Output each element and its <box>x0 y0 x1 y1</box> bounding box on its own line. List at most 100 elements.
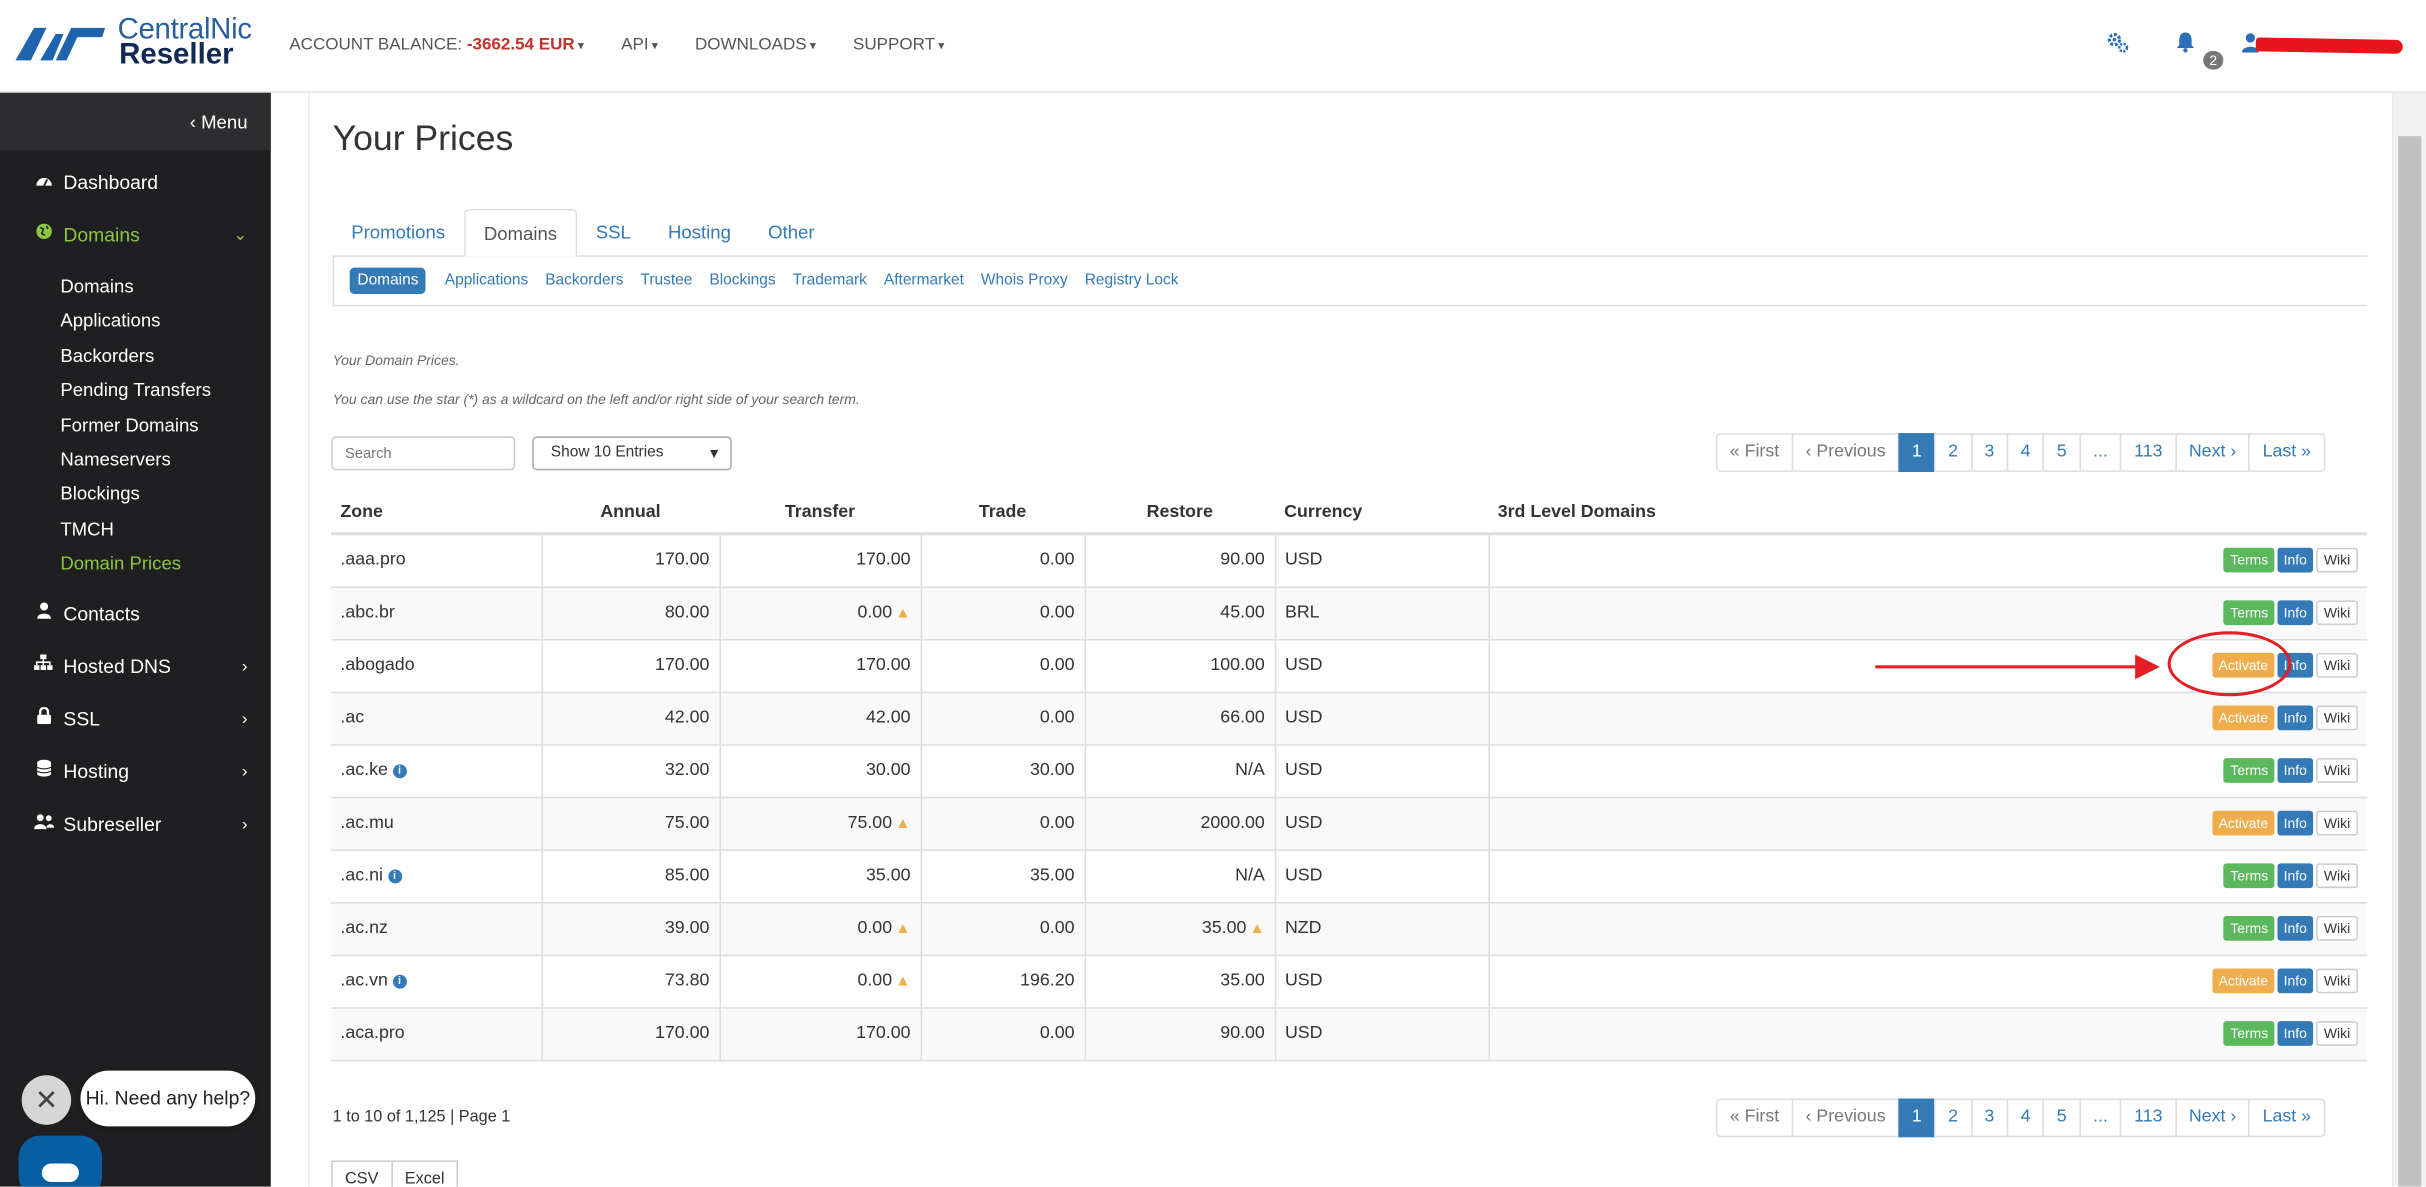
terms-button[interactable]: Terms <box>2224 758 2275 783</box>
page-next[interactable]: Next › <box>2174 433 2251 472</box>
wiki-button[interactable]: Wiki <box>2316 758 2358 783</box>
info-button[interactable]: Info <box>2277 810 2314 836</box>
page-previous[interactable]: ‹ Previous <box>1791 433 1900 472</box>
subtab-trademark[interactable]: Trademark <box>793 272 867 289</box>
page-3[interactable]: 3 <box>1970 433 2009 472</box>
tab-promotions[interactable]: Promotions <box>333 209 464 257</box>
sidebar-sub-applications[interactable]: Applications <box>0 304 271 339</box>
csv-button[interactable]: CSV <box>331 1160 393 1187</box>
subtab-whois-proxy[interactable]: Whois Proxy <box>981 272 1068 289</box>
col-currency[interactable]: Currency <box>1274 490 1489 536</box>
subtab-backorders[interactable]: Backorders <box>545 272 623 289</box>
page-5[interactable]: 5 <box>2042 1098 2081 1138</box>
page-4[interactable]: 4 <box>2006 1098 2045 1138</box>
page-previous[interactable]: ‹ Previous <box>1791 1098 1900 1138</box>
account-balance-menu[interactable]: ACCOUNT BALANCE: -3662.54 EUR ▾ <box>289 36 584 55</box>
page-next[interactable]: Next › <box>2174 1098 2251 1138</box>
col-trade[interactable]: Trade <box>920 490 1085 536</box>
subtab-trustee[interactable]: Trustee <box>640 272 692 289</box>
wiki-button[interactable]: Wiki <box>2316 705 2358 731</box>
sidebar-sub-pending-transfers[interactable]: Pending Transfers <box>0 373 271 408</box>
info-button[interactable]: Info <box>2277 915 2314 941</box>
page-1[interactable]: 1 <box>1898 433 1936 472</box>
info-circle-icon[interactable]: i <box>387 869 402 884</box>
info-circle-icon[interactable]: i <box>392 974 407 989</box>
info-button[interactable]: Info <box>2277 600 2314 626</box>
col-transfer[interactable]: Transfer <box>719 490 921 536</box>
search-input[interactable] <box>331 436 516 471</box>
sidebar-sub-backorders[interactable]: Backorders <box>0 338 271 373</box>
info-circle-icon[interactable]: i <box>392 764 407 779</box>
sidebar-sub-tmch[interactable]: TMCH <box>0 512 271 547</box>
chat-launcher-button[interactable] <box>18 1135 103 1187</box>
tab-other[interactable]: Other <box>750 209 834 257</box>
wiki-button[interactable]: Wiki <box>2316 1021 2358 1046</box>
info-button[interactable]: Info <box>2277 968 2314 994</box>
page-first[interactable]: « First <box>1715 433 1794 472</box>
tab-hosting[interactable]: Hosting <box>649 209 749 257</box>
activate-button[interactable]: Activate <box>2212 810 2275 836</box>
sidebar-sub-domains[interactable]: Domains <box>0 269 271 304</box>
page-last[interactable]: Last » <box>2248 433 2325 472</box>
activate-button[interactable]: Activate <box>2212 705 2275 731</box>
wiki-button[interactable]: Wiki <box>2316 968 2358 994</box>
page-2[interactable]: 2 <box>1934 433 1972 472</box>
page-5[interactable]: 5 <box>2042 433 2081 472</box>
page-2[interactable]: 2 <box>1934 1098 1972 1138</box>
terms-button[interactable]: Terms <box>2224 548 2275 573</box>
wiki-button[interactable]: Wiki <box>2316 548 2358 573</box>
menu-toggle[interactable]: ‹ Menu <box>0 92 271 151</box>
warning-icon[interactable]: ▲ <box>1250 921 1265 938</box>
sidebar-item-hosting[interactable]: Hosting › <box>0 745 271 798</box>
col-annual[interactable]: Annual <box>541 490 720 536</box>
subtab-applications[interactable]: Applications <box>445 272 528 289</box>
page-last[interactable]: Last » <box>2248 1098 2325 1138</box>
tab-ssl[interactable]: SSL <box>577 209 649 257</box>
col-zone[interactable]: Zone <box>331 490 542 536</box>
sidebar-sub-former-domains[interactable]: Former Domains <box>0 408 271 443</box>
terms-button[interactable]: Terms <box>2224 600 2275 626</box>
support-menu[interactable]: SUPPORT ▾ <box>853 36 944 55</box>
redacted-username[interactable] <box>2255 37 2403 54</box>
sidebar-sub-domain-prices[interactable]: Domain Prices <box>0 546 271 581</box>
wiki-button[interactable]: Wiki <box>2316 600 2358 626</box>
subtab-blockings[interactable]: Blockings <box>709 272 775 289</box>
page-first[interactable]: « First <box>1715 1098 1794 1138</box>
warning-icon[interactable]: ▲ <box>895 973 910 990</box>
terms-button[interactable]: Terms <box>2224 1021 2275 1046</box>
tab-domains[interactable]: Domains <box>463 208 578 257</box>
centralnic-logo[interactable]: CentralNic Reseller <box>12 15 252 70</box>
sidebar-item-dashboard[interactable]: Dashboard <box>0 156 271 209</box>
chat-prompt[interactable]: Hi. Need any help? <box>80 1070 256 1127</box>
wiki-button[interactable]: Wiki <box>2316 652 2358 678</box>
sidebar-item-contacts[interactable]: Contacts <box>0 587 271 640</box>
terms-button[interactable]: Terms <box>2224 915 2275 941</box>
scrollbar-thumb[interactable] <box>2398 136 2422 1187</box>
info-button[interactable]: Info <box>2277 863 2314 889</box>
sidebar-item-subreseller[interactable]: Subreseller › <box>0 798 271 851</box>
info-button[interactable]: Info <box>2277 1021 2314 1046</box>
page-4[interactable]: 4 <box>2006 433 2045 472</box>
wiki-button[interactable]: Wiki <box>2316 863 2358 889</box>
warning-icon[interactable]: ▲ <box>895 605 910 622</box>
warning-icon[interactable]: ▲ <box>895 815 910 832</box>
api-menu[interactable]: API ▾ <box>621 36 658 55</box>
subtab-domains[interactable]: Domains <box>349 267 427 294</box>
bell-icon[interactable] <box>2171 31 2199 59</box>
sidebar-item-ssl[interactable]: SSL › <box>0 692 271 745</box>
settings-cogs-icon[interactable] <box>2103 31 2131 59</box>
info-button[interactable]: Info <box>2277 758 2314 783</box>
entries-select[interactable]: Show 10 Entries ▼ <box>532 436 732 471</box>
col-restore[interactable]: Restore <box>1084 490 1275 536</box>
wiki-button[interactable]: Wiki <box>2316 810 2358 836</box>
subtab-registry-lock[interactable]: Registry Lock <box>1085 272 1179 289</box>
info-button[interactable]: Info <box>2277 705 2314 731</box>
col-3rd-level[interactable]: 3rd Level Domains <box>1488 490 2368 536</box>
info-button[interactable]: Info <box>2277 548 2314 573</box>
warning-icon[interactable]: ▲ <box>895 921 910 938</box>
page-113[interactable]: 113 <box>2120 433 2177 472</box>
terms-button[interactable]: Terms <box>2224 863 2275 889</box>
wiki-button[interactable]: Wiki <box>2316 915 2358 941</box>
downloads-menu[interactable]: DOWNLOADS ▾ <box>695 36 816 55</box>
activate-button[interactable]: Activate <box>2212 968 2275 994</box>
